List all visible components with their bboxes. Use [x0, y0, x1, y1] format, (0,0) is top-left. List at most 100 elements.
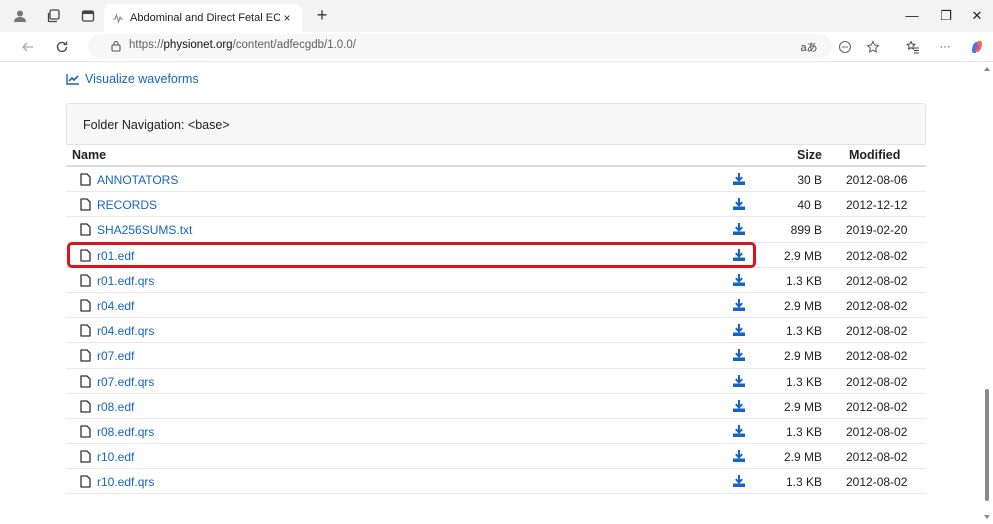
close-window-button[interactable]: ✕ — [967, 6, 987, 26]
file-modified-date: 2012-08-02 — [846, 399, 908, 414]
download-icon[interactable] — [732, 197, 746, 211]
new-tab-button[interactable]: + — [312, 6, 332, 26]
browser-essentials-icon[interactable] — [836, 39, 854, 55]
tab-close-button[interactable]: × — [280, 11, 294, 25]
scroll-down-arrow-icon[interactable] — [984, 515, 990, 519]
file-size: 1.3 KB — [785, 273, 822, 288]
file-modified-date: 2012-08-02 — [846, 450, 908, 465]
file-icon — [80, 349, 91, 362]
read-aloud-button[interactable]: aあ — [800, 39, 818, 55]
file-icon — [80, 173, 91, 186]
file-size: 2.9 MB — [783, 349, 822, 364]
table-row: r04.edf.qrs 1.3 KB 2012-08-02 — [66, 318, 926, 344]
more-options-button[interactable]: ··· — [936, 39, 954, 55]
file-icon — [80, 198, 91, 211]
file-name-link[interactable]: ANNOTATORS — [97, 173, 178, 187]
file-icon — [80, 223, 91, 237]
column-header-modified: Modified — [849, 148, 901, 162]
file-rows: ANNOTATORS 30 B 2012-08-06 RECORDS 40 B 2012-… — [66, 167, 926, 495]
table-row: r04.edf 2.9 MB 2012-08-02 — [66, 293, 926, 319]
table-row: r07.edf 2.9 MB 2012-08-02 — [66, 343, 926, 369]
file-name-link[interactable]: SHA256SUMS.txt — [97, 223, 192, 237]
file-name-link[interactable]: r10.edf — [97, 450, 134, 464]
copilot-icon[interactable] — [968, 39, 986, 55]
file-name-link[interactable]: r04.edf.qrs — [97, 324, 154, 338]
file-modified-date: 2012-08-02 — [846, 298, 908, 313]
minimize-button[interactable]: — — [902, 6, 922, 26]
file-size: 1.3 KB — [785, 324, 822, 339]
line-chart-icon — [66, 74, 79, 85]
table-row: r10.edf 2.9 MB 2012-08-02 — [66, 444, 926, 470]
table-row: r08.edf 2.9 MB 2012-08-02 — [66, 394, 926, 419]
download-icon[interactable] — [732, 273, 746, 287]
download-icon[interactable] — [732, 374, 746, 388]
visualize-waveforms-link[interactable]: Visualize waveforms — [66, 72, 199, 86]
file-name-link[interactable]: r07.edf.qrs — [97, 375, 154, 389]
file-size: 1.3 KB — [785, 424, 822, 439]
address-bar[interactable]: https://physionet.org/content/adfecgdb/1… — [88, 34, 832, 58]
file-icon — [80, 299, 91, 312]
profile-icon[interactable] — [12, 8, 28, 24]
file-modified-date: 2012-08-02 — [846, 349, 908, 364]
download-icon[interactable] — [732, 424, 746, 438]
table-row: r07.edf.qrs 1.3 KB 2012-08-02 — [66, 369, 926, 394]
column-header-size: Size — [797, 148, 823, 162]
file-icon — [80, 324, 91, 337]
download-icon[interactable] — [732, 399, 746, 413]
file-name-link[interactable]: r04.edf — [97, 299, 134, 313]
file-size: 899 B — [790, 223, 822, 238]
file-icon — [80, 425, 91, 438]
file-modified-date: 2012-08-02 — [846, 374, 908, 389]
favorites-icon[interactable] — [904, 39, 922, 55]
restore-button[interactable]: ❐ — [936, 6, 956, 26]
file-name-link[interactable]: RECORDS — [97, 198, 157, 212]
file-name-link[interactable]: r07.edf — [97, 349, 134, 363]
visualize-waveforms-label: Visualize waveforms — [85, 72, 199, 86]
file-modified-date: 2012-08-06 — [846, 173, 908, 187]
browser-toolbar: https://physionet.org/content/adfecgdb/1… — [0, 32, 993, 62]
physionet-favicon-icon — [112, 12, 124, 24]
scroll-up-arrow-icon[interactable] — [984, 67, 990, 71]
vertical-scrollbar[interactable] — [981, 63, 993, 524]
file-size: 2.9 MB — [783, 298, 822, 313]
file-modified-date: 2012-08-02 — [846, 273, 908, 288]
file-size: 30 B — [797, 173, 822, 187]
workspaces-icon[interactable] — [46, 8, 62, 24]
file-size: 1.3 KB — [785, 475, 822, 490]
folder-navigation-label: Folder Navigation: <base> — [83, 118, 230, 132]
download-icon[interactable] — [732, 248, 746, 262]
download-icon[interactable] — [732, 323, 746, 337]
file-size: 2.9 MB — [783, 399, 822, 414]
site-info-icon[interactable] — [110, 40, 122, 52]
file-modified-date: 2012-08-02 — [846, 248, 908, 263]
file-modified-date: 2019-02-20 — [846, 223, 908, 238]
table-row: SHA256SUMS.txt 899 B 2019-02-20 — [66, 217, 926, 243]
folder-navigation-panel: Folder Navigation: <base> — [66, 103, 926, 145]
file-modified-date: 2012-12-12 — [846, 198, 908, 213]
download-icon[interactable] — [732, 474, 746, 488]
download-icon[interactable] — [732, 449, 746, 463]
table-row: RECORDS 40 B 2012-12-12 — [66, 192, 926, 218]
file-name-link[interactable]: r08.edf — [97, 400, 134, 414]
file-modified-date: 2012-08-02 — [846, 424, 908, 439]
table-row: r01.edf.qrs 1.3 KB 2012-08-02 — [66, 268, 926, 293]
favorite-star-icon[interactable] — [864, 39, 882, 55]
download-icon[interactable] — [732, 348, 746, 362]
download-icon[interactable] — [732, 172, 746, 186]
active-tab[interactable]: Abdominal and Direct Fetal ECG D × — [104, 4, 302, 32]
file-name-link[interactable]: r08.edf.qrs — [97, 425, 154, 439]
file-size: 40 B — [797, 198, 822, 213]
file-name-link[interactable]: r01.edf — [97, 249, 134, 263]
file-modified-date: 2012-08-02 — [846, 324, 908, 339]
table-row: ANNOTATORS 30 B 2012-08-06 — [66, 167, 926, 193]
refresh-button[interactable] — [52, 37, 72, 57]
url-prefix: https:// — [129, 39, 164, 51]
scrollbar-thumb[interactable] — [985, 389, 989, 501]
file-name-link[interactable]: r01.edf.qrs — [97, 274, 154, 288]
file-icon — [80, 274, 91, 287]
download-icon[interactable] — [732, 298, 746, 312]
back-button[interactable] — [18, 37, 38, 57]
tab-actions-icon[interactable] — [80, 8, 96, 24]
download-icon[interactable] — [732, 222, 746, 236]
file-name-link[interactable]: r10.edf.qrs — [97, 475, 154, 489]
